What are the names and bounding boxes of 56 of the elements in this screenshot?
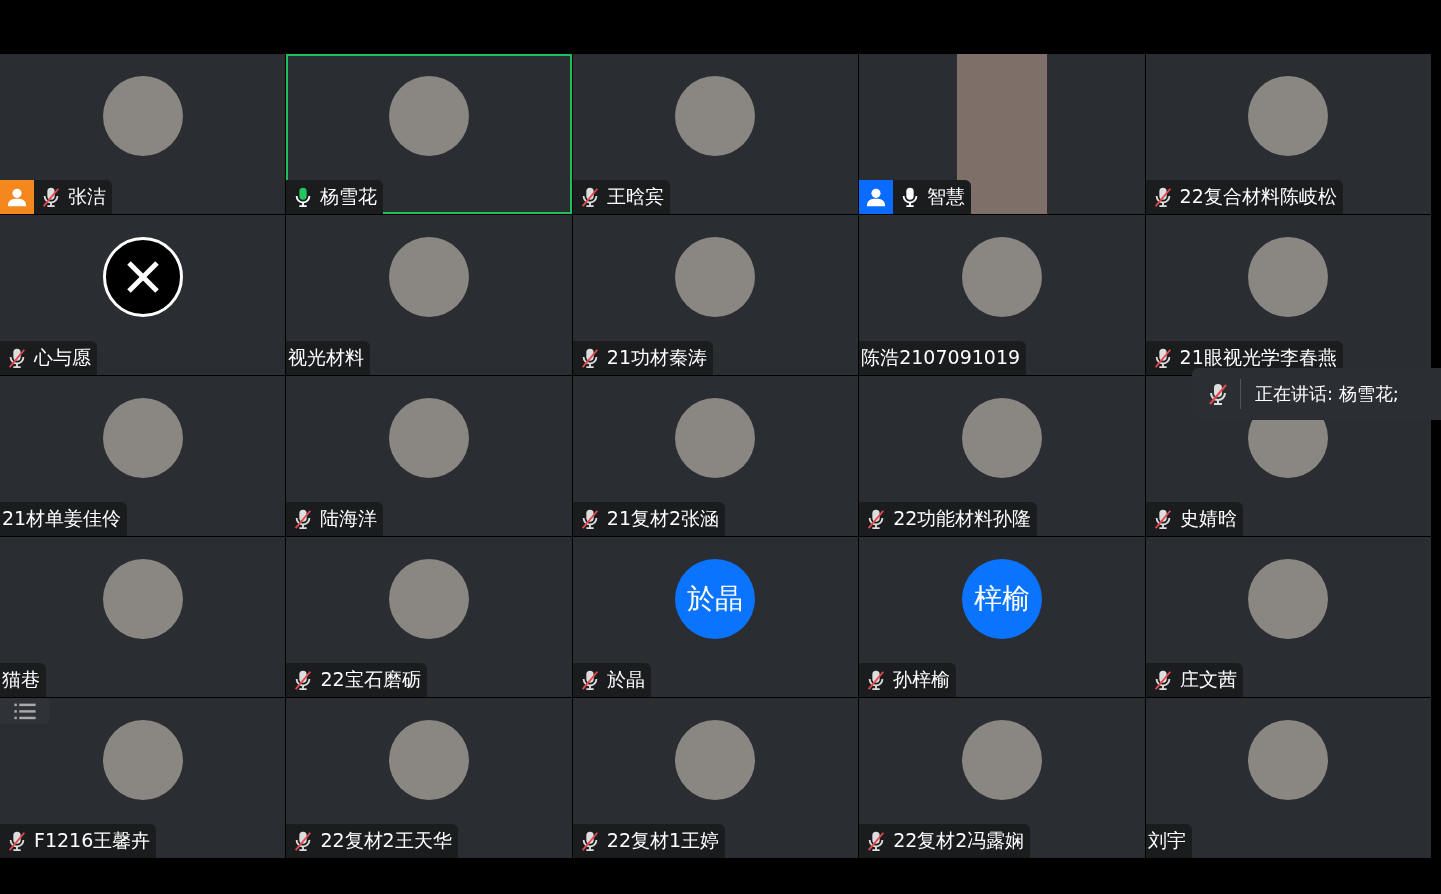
participant-name: 22宝石磨砺: [320, 667, 421, 692]
participant-name: 21功材秦涛: [606, 345, 707, 370]
participant-tile[interactable]: 智慧: [859, 54, 1145, 214]
participant-tile[interactable]: 庄文茜: [1145, 537, 1431, 697]
participant-tile[interactable]: 陆海洋: [286, 376, 572, 536]
participant-tile[interactable]: 22宝石磨砺: [286, 537, 572, 697]
participant-name: 22功能材料孙隆: [893, 506, 1032, 531]
participant-name: 杨雪花: [320, 184, 378, 209]
participant-tile[interactable]: 於晶 於晶: [572, 537, 859, 697]
participant-name: 猫巷: [2, 667, 40, 692]
participant-tile[interactable]: 杨雪花: [286, 54, 572, 214]
participant-name: 王晗宾: [606, 184, 664, 209]
participant-name: 21眼视光学李春燕: [1179, 345, 1337, 370]
participant-name: 22复材2冯露娴: [893, 828, 1025, 853]
participant-name: 21复材2张涵: [606, 506, 720, 531]
participant-tile[interactable]: 21复材2张涵: [572, 376, 859, 536]
participant-name: 22复材2王天华: [320, 828, 452, 853]
participant-tile[interactable]: 21眼视光学李春燕: [1145, 215, 1431, 375]
participant-name: 张洁: [68, 184, 106, 209]
participant-name: 心与愿: [34, 345, 91, 370]
person-icon: [865, 186, 888, 208]
participant-tile[interactable]: F1216王馨卉: [0, 698, 286, 858]
participant-name: 智慧: [927, 184, 966, 209]
participant-tile[interactable]: 梓榆 孙梓榆: [859, 537, 1145, 697]
participant-tile[interactable]: 22复材2王天华: [286, 698, 572, 858]
avatar-initials: 梓榆: [961, 559, 1042, 639]
participant-tile[interactable]: 陈浩2107091019: [859, 215, 1145, 375]
participant-tile[interactable]: 21功材秦涛: [572, 215, 859, 375]
participant-tile[interactable]: 张洁: [0, 54, 286, 214]
participant-tile[interactable]: 22复材1王婷: [572, 698, 859, 858]
participant-name: 22复材1王婷: [606, 828, 720, 853]
participant-name: F1216王馨卉: [34, 828, 151, 853]
participant-name: 陈浩2107091019: [861, 345, 1021, 370]
participant-name: 刘宇: [1147, 828, 1186, 853]
list-button[interactable]: [0, 698, 50, 724]
participant-tile[interactable]: 刘宇: [1145, 698, 1431, 858]
participant-name: 孙梓榆: [893, 667, 951, 692]
participant-tile[interactable]: 22复材2冯露娴: [859, 698, 1145, 858]
participant-name: 22复合材料陈岐松: [1179, 184, 1337, 209]
participant-tile[interactable]: 21材单姜佳伶: [0, 376, 286, 536]
participant-name: 21材单姜佳伶: [2, 506, 122, 531]
participant-name: 史婧晗: [1179, 506, 1237, 531]
participant-tile[interactable]: 猫巷: [0, 537, 286, 697]
participant-tile[interactable]: 22功能材料孙隆: [859, 376, 1145, 536]
participant-name: 於晶: [606, 667, 645, 692]
speaking-text: 正在讲话: 杨雪花;: [1255, 382, 1399, 406]
participant-name: 陆海洋: [320, 506, 378, 531]
participant-name: 视光材料: [288, 345, 365, 370]
participant-tile[interactable]: 王晗宾: [572, 54, 859, 214]
person-icon: [6, 186, 28, 208]
participant-tile[interactable]: 心与愿: [0, 215, 286, 375]
participant-tile[interactable]: 22复合材料陈岐松: [1145, 54, 1431, 214]
participant-tile[interactable]: 视光材料: [286, 215, 572, 375]
participant-name: 庄文茜: [1179, 667, 1237, 692]
avatar-initials: 於晶: [675, 559, 756, 639]
list-icon: [13, 702, 37, 720]
